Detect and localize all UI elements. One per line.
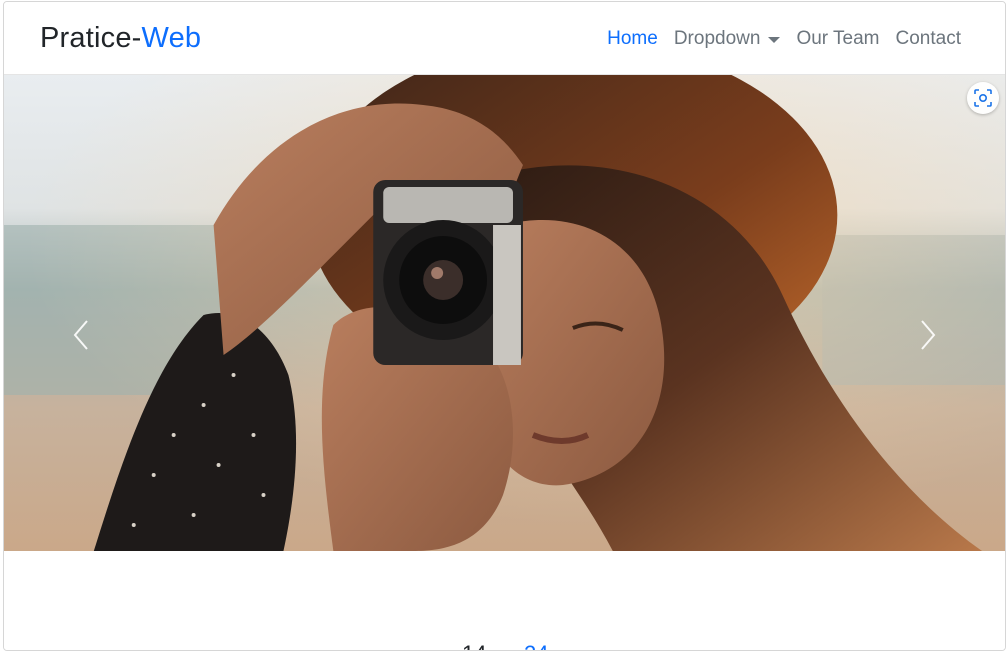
browser-page: Pratice-Web Home Dropdown Our Team Conta… <box>3 1 1006 651</box>
brand-prefix: Pratice- <box>40 22 142 54</box>
nav-links: Home Dropdown Our Team Contact <box>607 28 961 50</box>
peek-number-left: 14 <box>462 643 486 651</box>
nav-dropdown-toggle[interactable]: Dropdown <box>674 28 781 50</box>
carousel-next-button[interactable] <box>908 315 948 355</box>
chevron-left-icon <box>73 320 88 350</box>
brand-logo[interactable]: Pratice-Web <box>40 22 201 55</box>
hero-carousel <box>4 75 1005 551</box>
nav-contact-link[interactable]: Contact <box>896 28 961 50</box>
carousel-prev-button[interactable] <box>61 315 101 355</box>
carousel-image <box>4 75 1005 551</box>
visual-search-button[interactable] <box>967 82 999 114</box>
content-section: 14 24 <box>4 551 1005 651</box>
chevron-right-icon <box>921 320 936 350</box>
navbar: Pratice-Web Home Dropdown Our Team Conta… <box>4 2 1005 75</box>
nav-home-link[interactable]: Home <box>607 28 658 50</box>
brand-accent: Web <box>141 22 202 54</box>
caret-down-icon <box>768 37 781 43</box>
nav-team-link[interactable]: Our Team <box>796 28 879 50</box>
nav-dropdown-label: Dropdown <box>673 28 761 49</box>
visual-search-icon <box>974 89 992 107</box>
peek-number-right: 24 <box>524 643 548 651</box>
